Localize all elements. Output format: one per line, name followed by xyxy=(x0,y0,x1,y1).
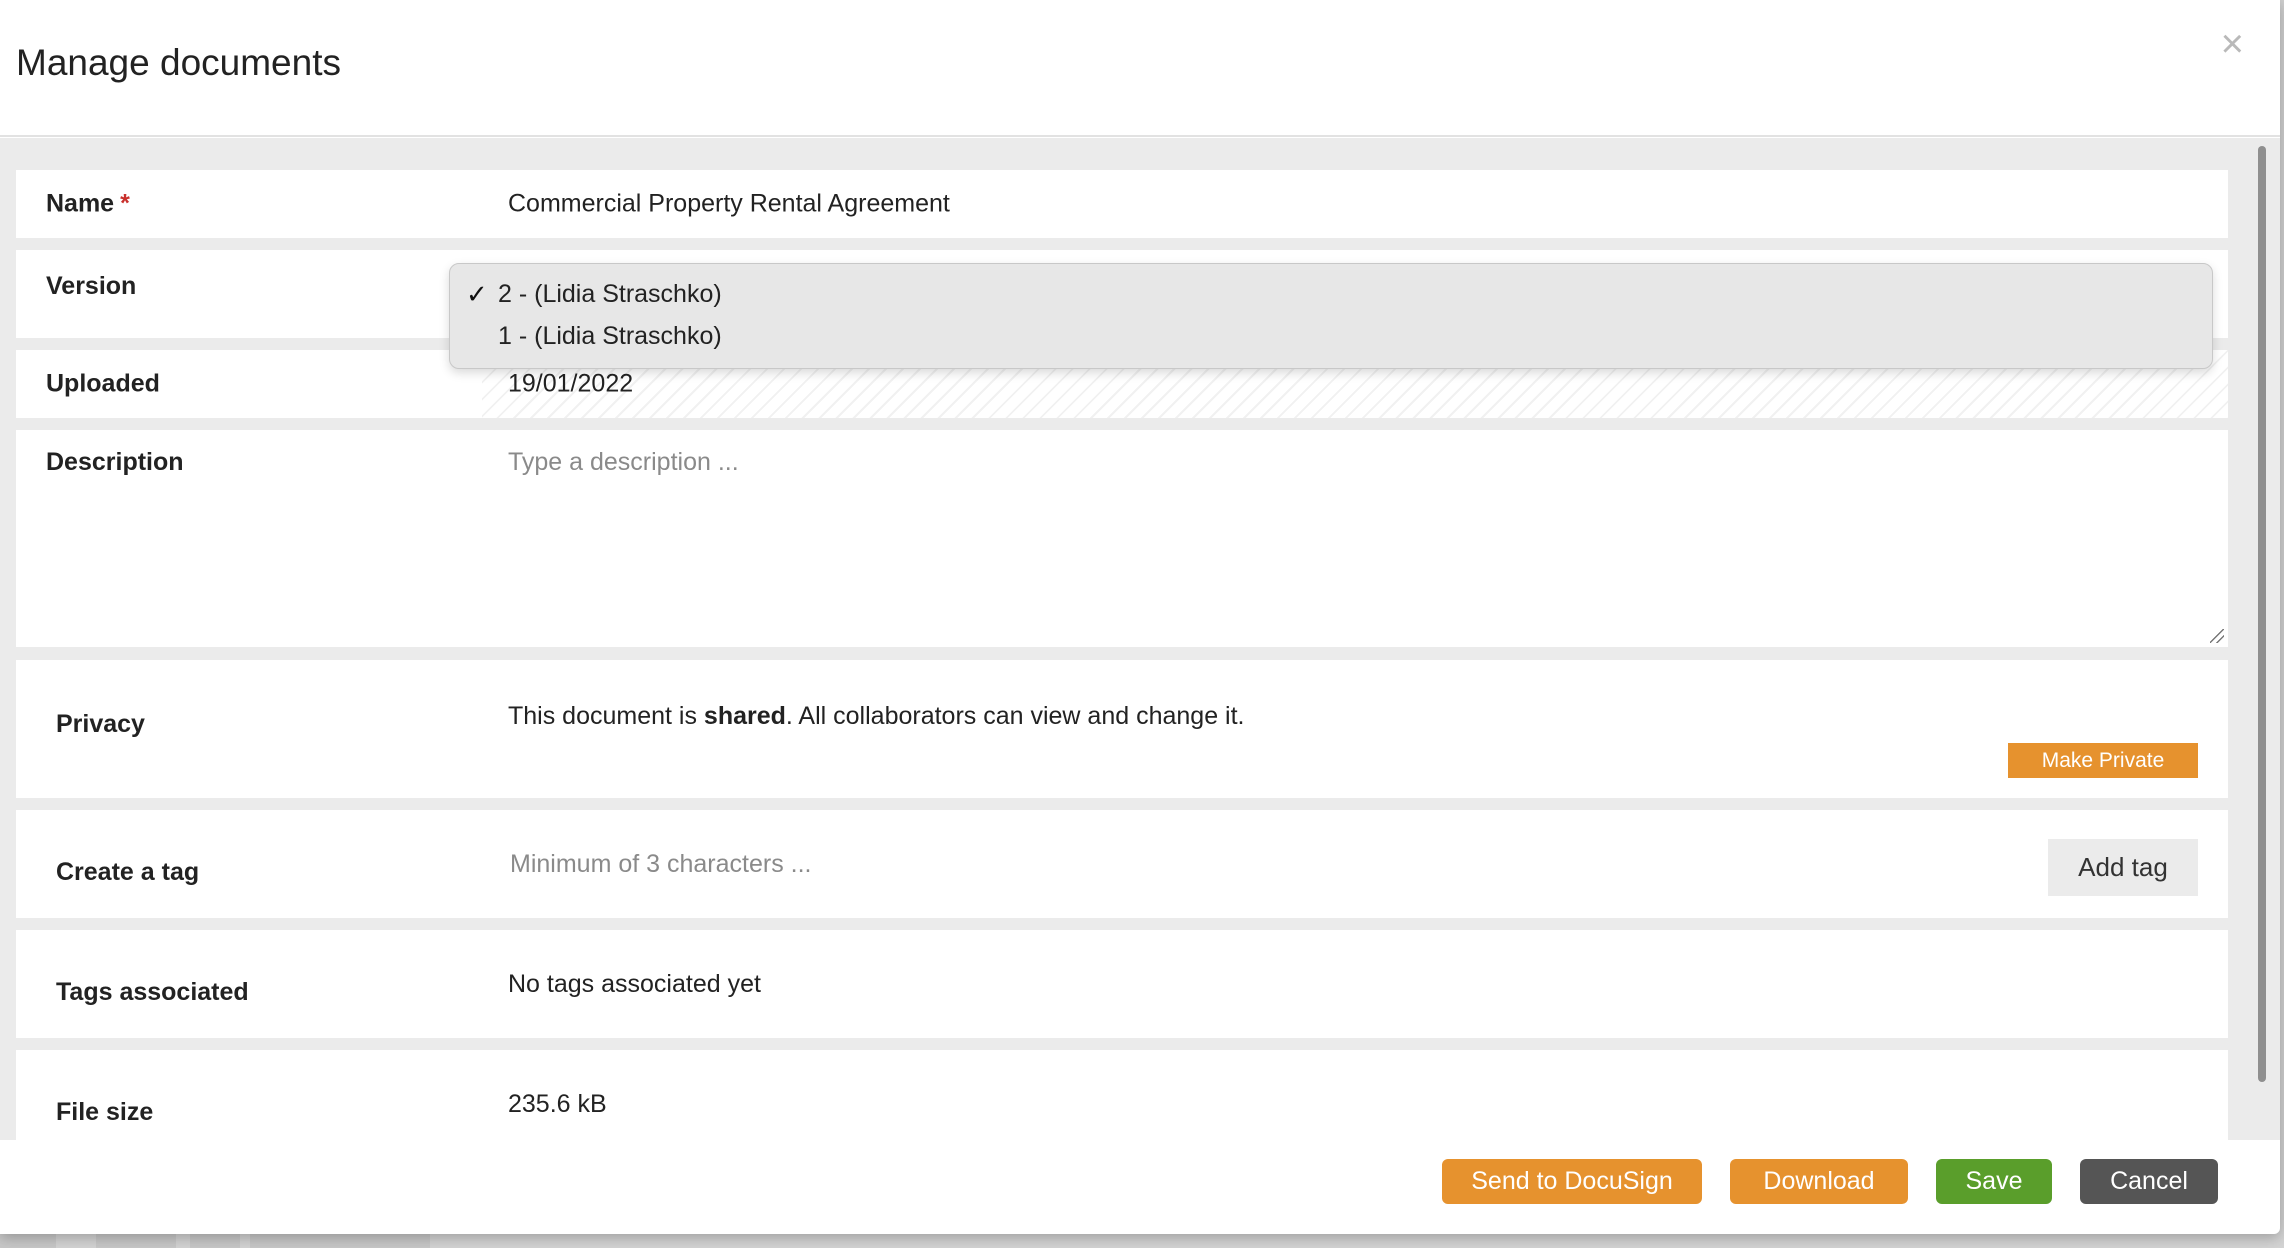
required-mark: * xyxy=(120,189,130,218)
description-row: Description Type a description ... xyxy=(16,430,2228,647)
file-size-label: File size xyxy=(56,1098,154,1126)
close-icon[interactable]: × xyxy=(2221,24,2244,64)
uploaded-label: Uploaded xyxy=(46,369,160,398)
name-input[interactable]: Commercial Property Rental Agreement xyxy=(508,190,950,219)
save-button[interactable]: Save xyxy=(1936,1159,2052,1204)
version-option[interactable]: 2 - (Lidia Straschko) xyxy=(498,280,722,309)
version-option[interactable]: 1 - (Lidia Straschko) xyxy=(498,322,722,351)
privacy-row: Privacy This document is shared. All col… xyxy=(16,660,2228,798)
version-label: Version xyxy=(46,272,137,300)
make-private-button[interactable]: Make Private xyxy=(2008,743,2198,778)
download-button[interactable]: Download xyxy=(1730,1159,1908,1204)
add-tag-button[interactable]: Add tag xyxy=(2048,839,2198,896)
dialog-title: Manage documents xyxy=(16,42,341,83)
version-dropdown[interactable]: ✓ 2 - (Lidia Straschko) 1 - (Lidia Stras… xyxy=(449,263,2213,369)
privacy-text: This document is shared. All collaborato… xyxy=(508,702,1245,730)
file-size-value: 235.6 kB xyxy=(508,1090,607,1118)
file-size-row: File size 235.6 kB xyxy=(16,1050,2228,1140)
name-label: Name * xyxy=(46,189,130,218)
checkmark-icon: ✓ xyxy=(466,279,488,309)
tags-associated-label: Tags associated xyxy=(56,978,249,1006)
privacy-label: Privacy xyxy=(56,710,145,738)
send-to-docusign-button[interactable]: Send to DocuSign xyxy=(1442,1159,1702,1204)
tags-associated-value: No tags associated yet xyxy=(508,970,761,998)
description-textarea[interactable]: Type a description ... xyxy=(508,448,739,477)
dialog-header: Manage documents × xyxy=(0,0,2280,137)
description-label: Description xyxy=(46,448,184,476)
uploaded-value: 19/01/2022 xyxy=(508,369,634,398)
create-tag-row: Create a tag Minimum of 3 characters ... xyxy=(16,810,2228,918)
manage-documents-dialog: Manage documents × Name * Commercial Prop… xyxy=(0,0,2280,1234)
cancel-button[interactable]: Cancel xyxy=(2080,1159,2218,1204)
create-tag-label: Create a tag xyxy=(56,858,200,886)
tags-associated-row: Tags associated No tags associated yet xyxy=(16,930,2228,1038)
tag-input[interactable]: Minimum of 3 characters ... xyxy=(510,850,811,879)
name-row: Name * Commercial Property Rental Agreeme… xyxy=(16,170,2228,238)
scrollbar[interactable] xyxy=(2258,146,2266,1082)
resize-handle-icon[interactable] xyxy=(2210,629,2224,643)
